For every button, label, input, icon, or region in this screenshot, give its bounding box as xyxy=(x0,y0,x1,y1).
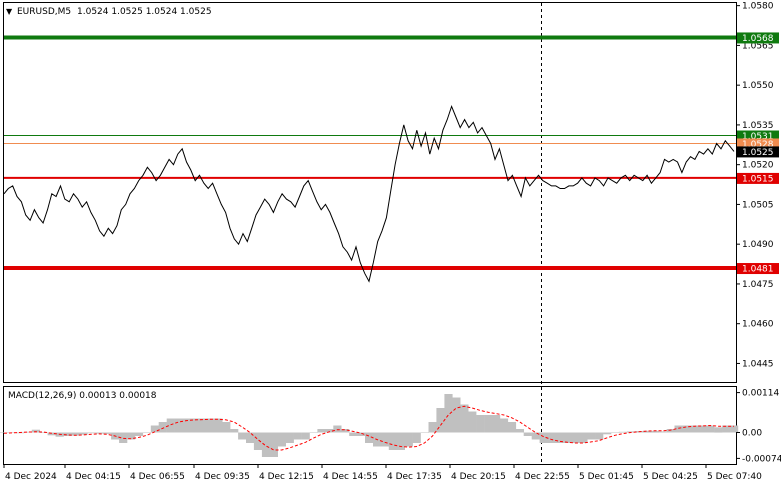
dropdown-arrow-icon[interactable]: ▼ xyxy=(6,7,13,16)
macd-bar xyxy=(476,415,485,433)
macd-bar xyxy=(158,422,167,433)
macd-bar xyxy=(428,422,437,433)
macd-bar xyxy=(484,415,493,433)
macd-bar xyxy=(563,432,572,443)
macd-bar xyxy=(595,432,604,440)
macd-bar xyxy=(507,422,517,433)
macd-bar xyxy=(214,418,223,433)
macd-bar xyxy=(452,397,461,433)
macd-bar xyxy=(134,432,144,436)
macd-bar xyxy=(142,432,152,433)
macd-tick-label: 0.00114 xyxy=(742,389,779,399)
macd-bar xyxy=(261,432,271,457)
macd-bar xyxy=(230,429,239,433)
time-tick-label: 4 Dec 22:55 xyxy=(515,472,570,482)
macd-bar xyxy=(317,429,326,433)
macd-bar xyxy=(309,432,318,433)
time-tick-label: 5 Dec 04:25 xyxy=(643,472,698,482)
level-tag-label: 1.0515 xyxy=(742,174,774,184)
macd-bar xyxy=(293,432,302,440)
macd-bar xyxy=(396,432,405,450)
time-tick-label: 4 Dec 04:15 xyxy=(66,472,121,482)
macd-bar xyxy=(460,404,469,433)
time-tick-label: 4 Dec 09:35 xyxy=(195,472,250,482)
symbol-label: EURUSD,M5 xyxy=(17,7,71,17)
price-tick-label: 1.0550 xyxy=(742,81,774,91)
time-tick-label: 4 Dec 06:55 xyxy=(130,472,185,482)
level-tag-label: 1.0568 xyxy=(742,34,774,44)
time-tick-label: 5 Dec 07:40 xyxy=(707,472,762,482)
time-tick-label: 4 Dec 20:15 xyxy=(451,472,506,482)
chart-canvas: 1.05801.05651.05501.05351.05201.05051.04… xyxy=(0,0,781,489)
level-tag-label: 1.0481 xyxy=(742,265,774,275)
price-tick-label: 1.0535 xyxy=(742,121,774,131)
macd-label: MACD(12,26,9) 0.00013 0.00018 xyxy=(8,391,157,401)
macd-bar xyxy=(618,431,628,433)
macd-tick-label: 0.00 xyxy=(742,429,762,439)
price-tick-label: 1.0475 xyxy=(742,280,774,290)
macd-bar xyxy=(380,432,390,447)
macd-bar xyxy=(515,429,524,433)
price-tick-label: 1.0460 xyxy=(742,320,774,330)
macd-bar xyxy=(492,415,501,433)
macd-bar xyxy=(468,411,477,433)
macd-bar xyxy=(499,418,509,433)
macd-bar xyxy=(571,432,580,443)
price-tick-label: 1.0445 xyxy=(742,359,774,369)
macd-bar xyxy=(174,418,183,433)
macd-bar xyxy=(444,394,453,433)
macd-bar xyxy=(238,432,247,440)
time-tick-label: 5 Dec 01:45 xyxy=(579,472,634,482)
time-tick-label: 4 Dec 12:15 xyxy=(259,472,314,482)
macd-bar xyxy=(579,432,588,443)
macd-bar xyxy=(714,427,723,433)
macd-bar xyxy=(198,418,207,433)
price-tick-label: 1.0505 xyxy=(742,200,774,210)
macd-bar xyxy=(333,425,342,433)
macd-bar xyxy=(611,432,620,433)
price-tick-label: 1.0490 xyxy=(742,240,774,250)
macd-bar xyxy=(412,432,421,443)
macd-bar xyxy=(87,432,96,434)
time-tick-label: 4 Dec 17:35 xyxy=(387,472,442,482)
macd-bar xyxy=(222,422,231,433)
macd-bar xyxy=(388,432,397,450)
time-tick-label: 4 Dec 2024 xyxy=(5,472,57,482)
macd-bar xyxy=(404,432,413,447)
time-tick-label: 4 Dec 14:55 xyxy=(323,472,378,482)
macd-bar xyxy=(269,432,278,457)
macd-tick-label: -0.00074 xyxy=(742,454,781,464)
macd-bar xyxy=(420,432,429,433)
macd-bar xyxy=(658,431,667,433)
macd-bar xyxy=(706,425,715,433)
price-tick-label: 1.0580 xyxy=(742,2,774,12)
macd-bar xyxy=(547,432,556,443)
trading-chart: 1.0580 1.0565 1.0550 1.0535 1.0520 1.0505 1.04… xyxy=(0,0,781,489)
current-price-label: 1.0525 xyxy=(742,148,774,158)
price-tick-label: 1.0520 xyxy=(742,161,774,171)
macd-bar xyxy=(285,432,294,443)
macd-bar xyxy=(523,432,532,436)
macd-bar xyxy=(246,432,255,443)
macd-bar xyxy=(730,425,739,433)
macd-bar xyxy=(301,432,310,440)
macd-bar xyxy=(349,432,358,436)
macd-bar xyxy=(698,425,707,433)
ohlc-values: 1.0524 1.0525 1.0524 1.0525 xyxy=(77,7,212,17)
macd-bar xyxy=(587,432,596,440)
macd-bar xyxy=(603,432,612,435)
macd-bar xyxy=(277,432,286,447)
macd-bar xyxy=(206,418,215,433)
